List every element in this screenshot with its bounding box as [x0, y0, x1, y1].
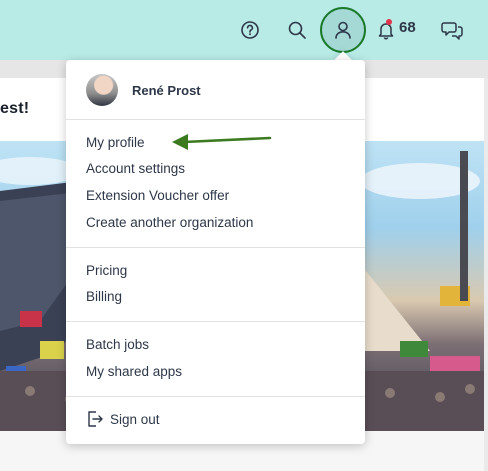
notification-count[interactable]: 68	[399, 19, 416, 36]
menu-item-extension-voucher-offer[interactable]: Extension Voucher offer	[86, 187, 229, 205]
menu-item-create-another-organization[interactable]: Create another organization	[86, 214, 253, 232]
menu-item-my-profile[interactable]: My profile	[86, 134, 145, 152]
menu-item-account-settings[interactable]: Account settings	[86, 160, 185, 178]
menu-divider	[66, 247, 365, 248]
user-dropdown-menu	[66, 60, 365, 444]
card-title: est!	[0, 100, 30, 117]
sign-out-button[interactable]: Sign out	[86, 410, 160, 428]
sign-out-label: Sign out	[110, 411, 160, 427]
menu-divider	[66, 119, 365, 120]
menu-item-batch-jobs[interactable]: Batch jobs	[86, 336, 149, 354]
menu-user-header: René Prost	[86, 73, 201, 107]
user-icon	[335, 21, 351, 39]
chat-icon[interactable]	[436, 14, 468, 46]
menu-item-my-shared-apps[interactable]: My shared apps	[86, 363, 182, 381]
sign-out-icon	[88, 411, 103, 427]
help-icon[interactable]	[234, 14, 266, 46]
menu-item-pricing[interactable]: Pricing	[86, 262, 127, 280]
user-name: René Prost	[132, 82, 201, 98]
menu-item-billing[interactable]: Billing	[86, 288, 122, 306]
scroll-gutter	[484, 78, 488, 471]
menu-divider	[66, 321, 365, 322]
menu-divider	[66, 396, 365, 397]
annotation-arrow-icon	[172, 134, 272, 150]
avatar	[86, 74, 118, 106]
notification-dot	[386, 19, 392, 25]
search-icon[interactable]	[281, 14, 313, 46]
user-menu-button[interactable]	[320, 7, 366, 53]
